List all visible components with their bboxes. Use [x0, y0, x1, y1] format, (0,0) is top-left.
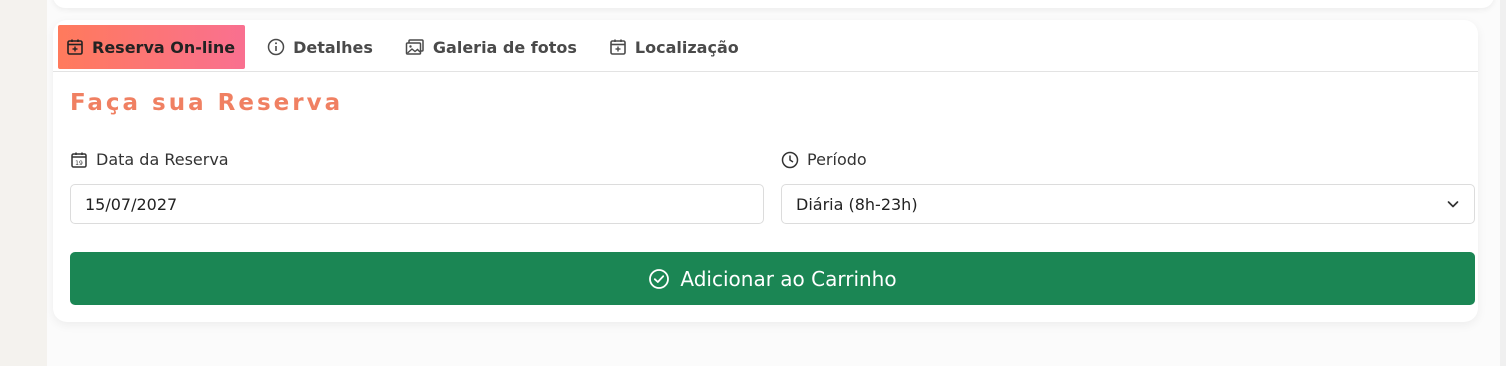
tab-detalhes[interactable]: Detalhes	[257, 25, 383, 69]
date-label: 19 Data da Reserva	[70, 150, 229, 169]
clock-icon	[781, 151, 799, 168]
chevron-down-icon	[1447, 201, 1459, 208]
calendar-icon-number: 19	[75, 159, 83, 166]
tab-reserva-online[interactable]: Reserva On-line	[58, 25, 246, 69]
calendar-plus-icon	[610, 39, 626, 55]
image-icon	[405, 39, 424, 55]
tab-divider	[53, 71, 1478, 72]
tab-bar: Reserva On-line Detalhes Galeria de foto…	[58, 25, 749, 69]
reservation-card: Reserva On-line Detalhes Galeria de foto…	[53, 20, 1478, 322]
tab-label: Reserva On-line	[92, 37, 236, 57]
add-to-cart-label: Adicionar ao Carrinho	[680, 266, 897, 291]
tab-label: Detalhes	[293, 37, 373, 57]
tab-label: Localização	[634, 37, 739, 57]
period-select-value: Diária (8h-23h)	[796, 194, 918, 214]
period-label: Período	[781, 150, 867, 169]
tab-localizacao[interactable]: Localização	[599, 25, 749, 69]
tab-galeria[interactable]: Galeria de fotos	[395, 25, 587, 69]
page-background: Reserva On-line Detalhes Galeria de foto…	[47, 0, 1500, 366]
previous-card-edge	[53, 0, 1494, 8]
info-icon	[267, 38, 285, 56]
date-label-text: Data da Reserva	[96, 150, 229, 169]
scrollbar-track[interactable]	[1500, 0, 1506, 366]
calendar-plus-icon	[67, 39, 83, 55]
check-circle-icon	[649, 268, 670, 289]
period-label-text: Período	[807, 150, 867, 169]
period-select[interactable]: Diária (8h-23h)	[781, 184, 1475, 224]
add-to-cart-button[interactable]: Adicionar ao Carrinho	[70, 252, 1475, 305]
form-title: Faça sua Reserva	[70, 90, 344, 116]
date-input-value: 15/07/2027	[85, 194, 178, 214]
calendar-icon: 19	[71, 152, 87, 168]
tab-label: Galeria de fotos	[432, 37, 577, 57]
date-input[interactable]: 15/07/2027	[70, 184, 764, 224]
